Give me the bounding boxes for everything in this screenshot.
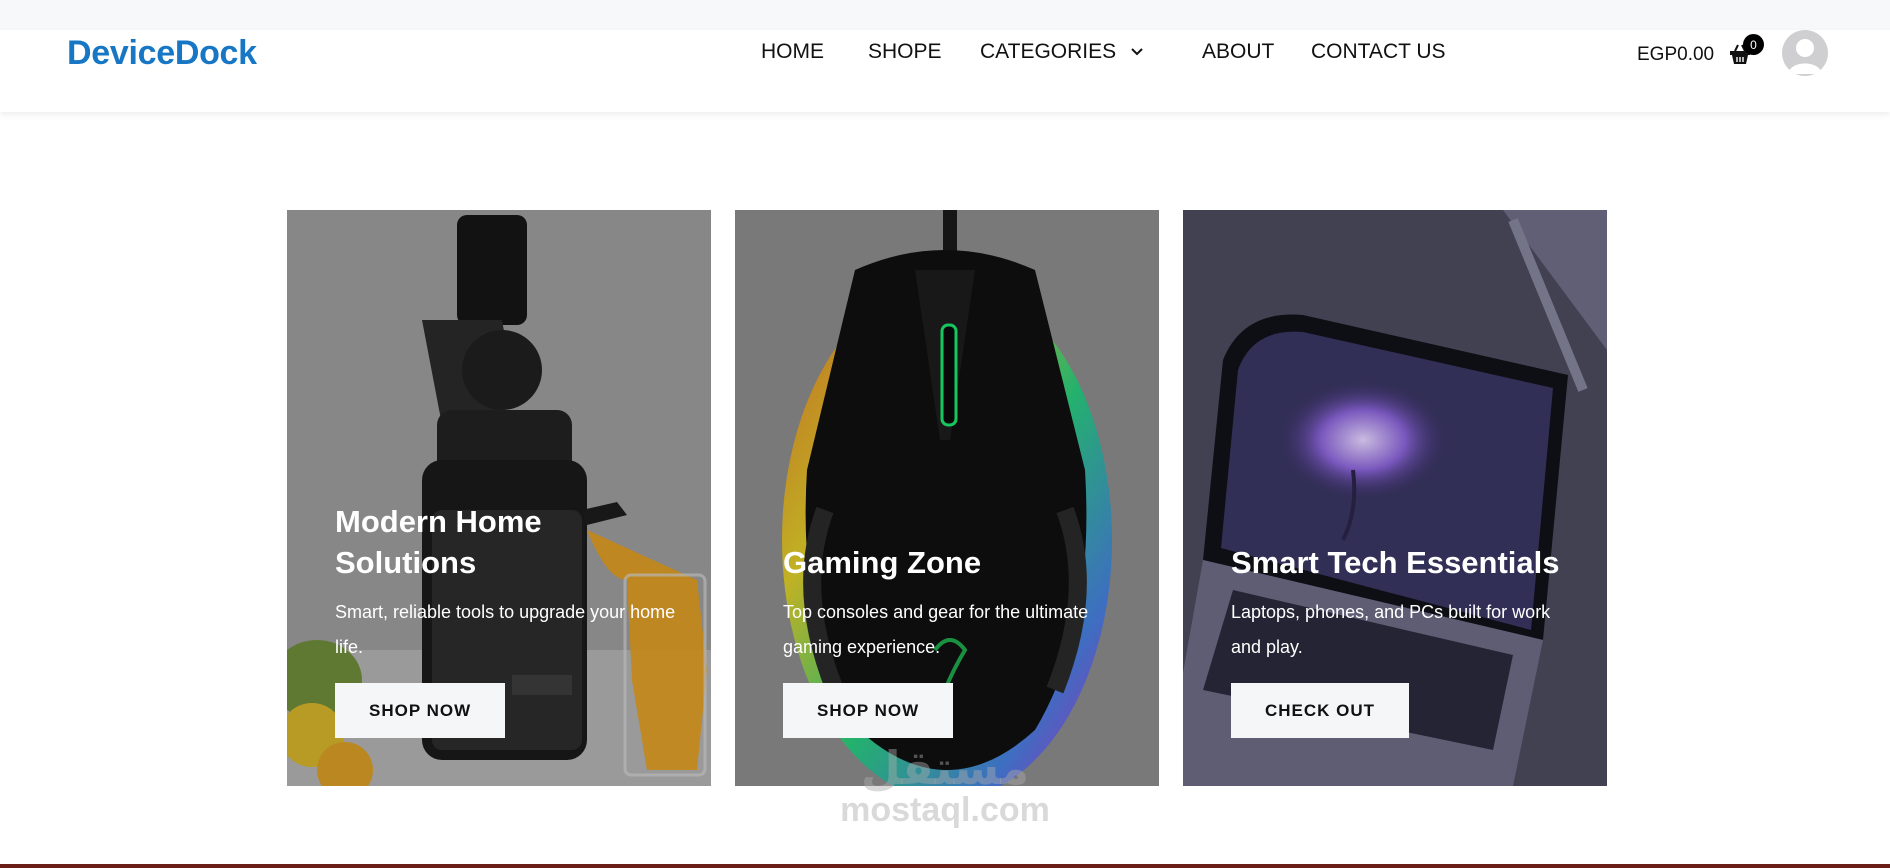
chevron-down-icon — [1131, 48, 1143, 56]
nav-categories-label: CATEGORIES — [980, 40, 1117, 63]
promo-card-gaming: Gaming Zone Top consoles and gear for th… — [735, 210, 1159, 786]
nav-shop-label: SHOPE — [868, 40, 942, 63]
card-content: Gaming Zone Top consoles and gear for th… — [783, 542, 1129, 738]
promo-card-tech: Smart Tech Essentials Laptops, phones, a… — [1183, 210, 1607, 786]
nav-about[interactable]: ABOUT — [1202, 40, 1274, 64]
nav-shop[interactable]: SHOPE — [868, 40, 942, 64]
nav-categories[interactable]: CATEGORIES — [980, 40, 1144, 64]
card-title: Smart Tech Essentials — [1231, 545, 1560, 580]
card-content: Smart Tech Essentials Laptops, phones, a… — [1231, 542, 1577, 738]
cart-total[interactable]: EGP0.00 — [1637, 44, 1714, 66]
card-title: Gaming Zone — [783, 545, 982, 580]
nav-about-label: ABOUT — [1202, 40, 1275, 63]
site-header: DeviceDock HOME SHOPE CATEGORIES ABOUT C… — [0, 30, 1890, 112]
watermark-latin: mostaql.com — [840, 791, 1050, 829]
nav-contact-label: CONTACT US — [1311, 40, 1446, 63]
card-description: Laptops, phones, and PCs built for work … — [1231, 602, 1551, 657]
shop-now-button[interactable]: SHOP NOW — [335, 683, 506, 738]
site-logo[interactable]: DeviceDock — [67, 34, 257, 73]
nav-contact[interactable]: CONTACT US — [1311, 40, 1446, 64]
check-out-button[interactable]: CHECK OUT — [1231, 683, 1410, 738]
card-title: Modern Home Solutions — [335, 504, 542, 580]
user-avatar-icon[interactable] — [1782, 30, 1828, 76]
watermark: مستقل mostaql.com — [830, 744, 1060, 828]
cart-count-badge: 0 — [1743, 34, 1764, 55]
bottom-bar — [0, 864, 1890, 868]
shop-now-button[interactable]: SHOP NOW — [783, 683, 954, 738]
card-content: Modern Home Solutions Smart, reliable to… — [335, 501, 681, 738]
card-description: Smart, reliable tools to upgrade your ho… — [335, 602, 676, 657]
watermark-arabic: مستقل — [860, 741, 1030, 795]
nav-home-label: HOME — [761, 40, 824, 63]
card-description: Top consoles and gear for the ultimate g… — [783, 602, 1089, 657]
nav-home[interactable]: HOME — [761, 40, 824, 64]
top-strip — [0, 0, 1890, 30]
promo-card-home: Modern Home Solutions Smart, reliable to… — [287, 210, 711, 786]
